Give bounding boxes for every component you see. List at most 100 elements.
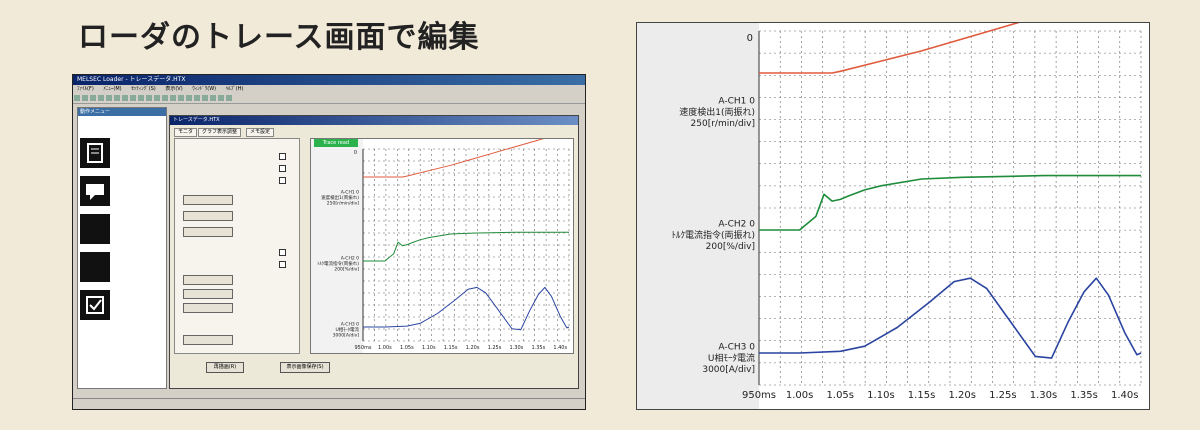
settings-button[interactable] <box>183 335 233 345</box>
toolbar-icon[interactable] <box>194 95 200 101</box>
operation-menu-panel: 動作メニュー <box>77 107 167 389</box>
series-label: ﾄﾙｸ電流指令(両振れ) <box>317 260 359 267</box>
menu-item[interactable]: ﾒﾆｭｰ(M) <box>103 86 121 92</box>
toolbar-icon[interactable] <box>162 95 168 101</box>
tab-memo[interactable]: メモ設定 <box>246 128 275 137</box>
toolbar-icon[interactable] <box>186 95 192 101</box>
x-tick-label: 1.05s <box>827 390 854 401</box>
menu-item[interactable]: ﾍﾙﾌﾟ(H) <box>226 86 244 92</box>
x-tick-label: 1.35s <box>531 345 545 351</box>
toolbar-icon[interactable] <box>122 95 128 101</box>
settings-button[interactable] <box>183 195 233 205</box>
toolbar-icon[interactable] <box>146 95 152 101</box>
x-tick-label: 1.15s <box>908 390 935 401</box>
x-tick-label: 1.00s <box>786 390 813 401</box>
settings-button[interactable] <box>183 289 233 299</box>
menu-item[interactable]: 表示(V) <box>165 86 182 92</box>
series-label: A-CH1 0 <box>341 189 359 195</box>
toolbar <box>73 93 585 104</box>
y-top-label: 0 <box>354 150 357 156</box>
series-label: A-CH3 0 <box>341 321 359 327</box>
checkbox-icon[interactable] <box>80 290 110 320</box>
series-label: 3000[A/div] <box>333 333 360 339</box>
series-label: A-CH1 0 <box>718 97 755 107</box>
trace-read-indicator[interactable]: Trace read <box>314 139 358 147</box>
series-label: 速度検出1(両振れ) <box>321 194 359 201</box>
trace-dialog: トレースデータ.HTX モニタ グラフ表示調整 メモ設定 Trace read … <box>169 115 579 389</box>
x-tick-label: 1.25s <box>488 345 502 351</box>
x-tick-label: 1.20s <box>948 390 975 401</box>
series-label: 250[r/min/div] <box>327 201 359 207</box>
series-label: 200[%/div] <box>334 267 359 273</box>
blank-icon[interactable] <box>80 252 110 282</box>
toolbar-icon[interactable] <box>202 95 208 101</box>
menu-bar: ﾌｧｲﾙ(F) ﾒﾆｭｰ(M) ｾｯﾃｨﾝｸﾞ(S) 表示(V) ｳｨﾝﾄﾞｳ(… <box>73 85 585 93</box>
toolbar-icon[interactable] <box>114 95 120 101</box>
series-label: 3000[A/div] <box>702 365 755 375</box>
x-tick-label: 1.15s <box>444 345 458 351</box>
settings-button[interactable] <box>183 227 233 237</box>
channel-checkbox[interactable] <box>279 165 286 172</box>
toolbar-icon[interactable] <box>154 95 160 101</box>
series-label: ﾄﾙｸ電流指令(両振れ) <box>671 229 755 241</box>
mini-trace-graph: Trace read 950ms 1.00s 1.05s 1.10s 1.15s 1.20… <box>310 130 574 354</box>
menu-item[interactable]: ﾌｧｲﾙ(F) <box>77 86 94 92</box>
tab-graph[interactable]: グラフ表示調整 <box>198 128 242 137</box>
x-tick-label: 1.05s <box>400 345 414 351</box>
series-label: U相ﾓｰﾀ電流 <box>335 326 359 333</box>
toolbar-icon[interactable] <box>226 95 232 101</box>
channel-checkbox[interactable] <box>279 177 286 184</box>
toolbar-icon[interactable] <box>210 95 216 101</box>
toolbar-icon[interactable] <box>178 95 184 101</box>
channel-checkbox[interactable] <box>279 261 286 268</box>
window-title: MELSEC Loader - トレースデータ.HTX <box>73 75 585 85</box>
trace-chart: 950ms 1.00s 1.05s 1.10s 1.15s 1.20s 1.25s 1.30s… <box>636 0 1150 410</box>
blank-icon[interactable] <box>80 214 110 244</box>
tab-monitor[interactable]: モニタ <box>174 128 198 137</box>
series-label: 250[r/min/div] <box>691 119 755 129</box>
dialog-title: トレースデータ.HTX <box>170 116 578 125</box>
comment-icon[interactable] <box>80 176 110 206</box>
channel-checkbox[interactable] <box>279 153 286 160</box>
settings-panel <box>174 138 300 354</box>
settings-button[interactable] <box>183 303 233 313</box>
series-line <box>363 130 570 178</box>
x-tick-label: 1.30s <box>1030 390 1057 401</box>
toolbar-icon[interactable] <box>138 95 144 101</box>
series-label: 速度検出1(両振れ) <box>679 106 755 118</box>
x-tick-label: 1.20s <box>466 345 480 351</box>
x-tick-label: 1.10s <box>867 390 894 401</box>
x-tick-label: 1.10s <box>422 345 436 351</box>
status-bar <box>73 398 585 409</box>
toolbar-icon[interactable] <box>218 95 224 101</box>
settings-button[interactable] <box>183 211 233 221</box>
toolbar-icon[interactable] <box>82 95 88 101</box>
series-line <box>363 231 569 262</box>
y-top-label: 0 <box>747 33 753 44</box>
x-tick-label: 1.40s <box>553 345 567 351</box>
series-label: A-CH2 0 <box>718 220 755 230</box>
menu-item[interactable]: ｳｨﾝﾄﾞｳ(W) <box>192 86 216 92</box>
redraw-button[interactable]: 再描画(R) <box>206 362 244 373</box>
toolbar-icon[interactable] <box>90 95 96 101</box>
toolbar-icon[interactable] <box>98 95 104 101</box>
series-label: A-CH2 0 <box>341 255 359 261</box>
menu-item[interactable]: ｾｯﾃｨﾝｸﾞ(S) <box>131 86 156 92</box>
loader-screenshot: MELSEC Loader - トレースデータ.HTX ﾌｧｲﾙ(F) ﾒﾆｭｰ… <box>72 74 586 410</box>
toolbar-icon[interactable] <box>74 95 80 101</box>
save-image-button[interactable]: 表示画像保存(S) <box>280 362 330 373</box>
mini-chart: 950ms 1.00s 1.05s 1.10s 1.15s 1.20s 1.25s 1.30s… <box>311 130 570 353</box>
x-tick-label: 1.40s <box>1111 390 1138 401</box>
toolbar-icon[interactable] <box>106 95 112 101</box>
toolbar-icon[interactable] <box>170 95 176 101</box>
x-tick-label: 1.30s <box>510 345 524 351</box>
edit-icon[interactable] <box>80 138 110 168</box>
page-heading: ローダのトレース画面で編集 <box>78 20 480 55</box>
series-line <box>363 286 570 331</box>
settings-button[interactable] <box>183 275 233 285</box>
toolbar-icon[interactable] <box>130 95 136 101</box>
x-tick-label: 1.00s <box>378 345 392 351</box>
series-label: A-CH3 0 <box>718 343 755 353</box>
channel-checkbox[interactable] <box>279 249 286 256</box>
nav-title: 動作メニュー <box>78 108 166 116</box>
